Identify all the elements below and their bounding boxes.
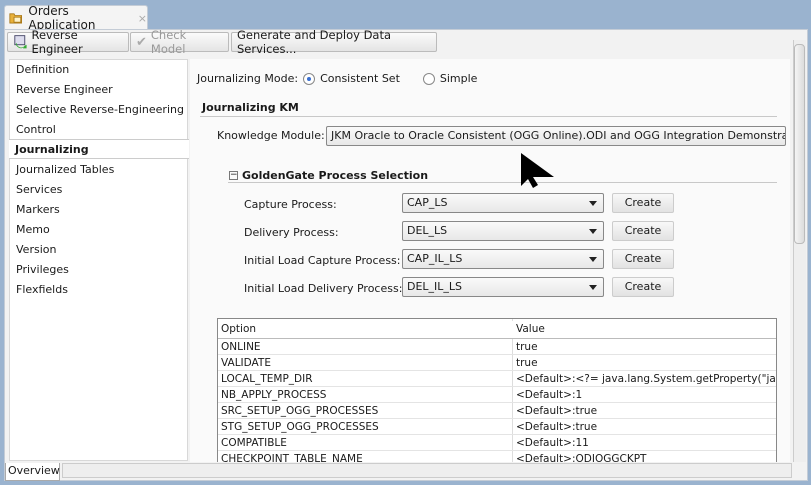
reverse-engineer-label: Reverse Engineer [31,28,83,56]
radio-consistent-set[interactable] [303,72,316,85]
option-value: true [516,341,538,353]
capture-process-select[interactable]: CAP_LS [402,193,604,213]
option-value: <Default>:true [516,405,598,417]
mouse-cursor-icon [521,153,554,188]
table-row[interactable]: SRC_SETUP_OGG_PROCESSES <Default>:true [218,403,776,419]
option-name: VALIDATE [221,357,271,369]
nav-item-journalizing[interactable]: Journalizing [9,139,189,159]
create-il-capture-button[interactable]: Create [612,249,674,269]
create-delivery-button[interactable]: Create [612,221,674,241]
nav-item-version[interactable]: Version [10,240,187,260]
nav-item-definition[interactable]: Definition [10,60,187,80]
divider [228,182,777,183]
simple-label[interactable]: Simple [440,72,478,85]
table-row[interactable]: COMPATIBLE <Default>:11 [218,435,776,451]
il-capture-process-label: Initial Load Capture Process: [244,254,401,267]
journalizing-panel: Journalizing Mode: Consistent Set Simple… [190,59,790,462]
il-capture-process-value: CAP_IL_LS [407,252,463,265]
option-name: SRC_SETUP_OGG_PROCESSES [221,405,379,417]
vertical-scroll-thumb[interactable] [794,44,805,244]
close-icon[interactable]: × [138,12,147,25]
gg-section-title: GoldenGate Process Selection [242,169,429,182]
option-name: CHECKPOINT_TABLE_NAME [221,453,363,462]
option-value: true [516,357,538,369]
nav-item-memo[interactable]: Memo [10,220,187,240]
consistent-set-label[interactable]: Consistent Set [320,72,400,85]
generate-deploy-button[interactable]: Generate and Deploy Data Services... [231,28,437,56]
il-capture-process-select[interactable]: CAP_IL_LS [402,249,604,269]
option-value: <Default>:<?= java.lang.System.getProper… [516,373,776,385]
table-row[interactable]: NB_APPLY_PROCESS <Default>:1 [218,387,776,403]
check-model-label: Check Model [150,28,187,56]
km-options-table: Option Value ONLINE true VALIDATE true LOC… [217,318,777,462]
capture-process-label: Capture Process: [244,198,337,211]
knowledge-module-select[interactable]: JKM Oracle to Oracle Consistent (OGG Onl… [326,126,786,146]
option-name: STG_SETUP_OGG_PROCESSES [221,421,379,433]
capture-process-value: CAP_LS [407,196,448,209]
table-row[interactable]: CHECKPOINT_TABLE_NAME <Default>:ODIOGGCKP… [218,451,776,462]
nav-item-selective-reverse-engineering[interactable]: Selective Reverse-Engineering [10,100,187,120]
radio-simple[interactable] [422,72,435,85]
divider [200,116,777,117]
reverse-engineer-button[interactable]: Reverse Engineer [7,28,129,56]
collapse-icon[interactable]: − [229,171,238,180]
delivery-process-select[interactable]: DEL_LS [402,221,604,241]
nav-item-reverse-engineer[interactable]: Reverse Engineer [10,80,187,100]
reverse-engineer-icon [14,35,27,49]
table-row[interactable]: LOCAL_TEMP_DIR <Default>:<?= java.lang.Sy… [218,371,776,387]
delivery-process-label: Delivery Process: [244,226,339,239]
nav-item-control[interactable]: Control [10,120,187,140]
table-header: Option Value [218,321,776,339]
option-value: <Default>:ODIOGGCKPT [516,453,647,462]
create-capture-button[interactable]: Create [612,193,674,213]
il-delivery-process-select[interactable]: DEL_IL_LS [402,277,604,297]
table-row[interactable]: VALIDATE true [218,355,776,371]
il-delivery-process-label: Initial Load Delivery Process: [244,282,403,295]
nav-item-services[interactable]: Services [10,180,187,200]
nav-item-flexfields[interactable]: Flexfields [10,280,187,300]
application-folder-icon [9,13,23,24]
chevron-down-icon [589,285,597,290]
chevron-down-icon [589,257,597,262]
option-name: ONLINE [221,341,261,353]
option-name: LOCAL_TEMP_DIR [221,373,313,385]
option-name: COMPATIBLE [221,437,287,449]
generate-deploy-label: Generate and Deploy Data Services... [237,28,392,56]
chevron-down-icon [589,201,597,206]
il-delivery-process-value: DEL_IL_LS [407,280,463,293]
header-option[interactable]: Option [221,321,256,337]
option-name: NB_APPLY_PROCESS [221,389,327,401]
nav-item-markers[interactable]: Markers [10,200,187,220]
nav-item-privileges[interactable]: Privileges [10,260,187,280]
sidebar-nav: Definition Reverse Engineer Selective Re… [9,59,189,461]
editor-tab[interactable]: Orders Application × [4,4,148,32]
create-il-delivery-button[interactable]: Create [612,277,674,297]
check-icon: ✔ [136,34,147,50]
chevron-down-icon [589,229,597,234]
km-section-title: Journalizing KM [202,101,299,114]
table-row[interactable]: ONLINE true [218,339,776,355]
km-label: Knowledge Module: [217,129,325,142]
nav-item-journalized-tables[interactable]: Journalized Tables [10,160,187,180]
journalizing-mode-label: Journalizing Mode: [197,72,299,85]
delivery-process-value: DEL_LS [407,224,448,237]
check-model-button[interactable]: ✔ Check Model [130,28,229,56]
table-row[interactable]: STG_SETUP_OGG_PROCESSES <Default>:true [218,419,776,435]
header-value[interactable]: Value [516,321,545,337]
option-value: <Default>:true [516,421,598,433]
horizontal-scrollbar[interactable] [62,463,792,478]
overview-tab[interactable]: Overview [5,463,60,481]
option-value: <Default>:11 [516,437,589,449]
option-value: <Default>:1 [516,389,583,401]
